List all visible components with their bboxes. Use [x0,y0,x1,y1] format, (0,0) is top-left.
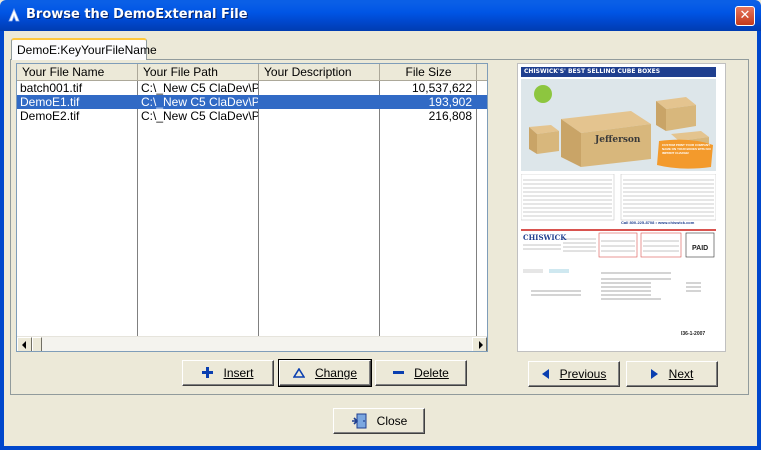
arrow-right-icon [479,341,483,349]
triangle-icon [292,367,305,378]
cell-file-path: C:\_New C5 ClaDev\PS [141,95,258,109]
price-table: Call 800-225-8708 • www.chiswick.com [520,173,717,226]
next-button[interactable]: Next [626,361,718,387]
cell-file-size: 216,808 [428,109,472,123]
column-header-file-name[interactable]: Your File Name [17,64,138,81]
cell-file-name: DemoE2.tif [20,109,80,123]
callout-text: CUSTOM PRINT YOUR COMPANY NAME ON YOUR B… [662,143,711,155]
table-row[interactable]: batch001.tif C:\_New C5 ClaDev\PS 10,537… [17,81,487,95]
window-close-button[interactable]: ✕ [735,6,755,26]
scroll-left-button[interactable] [17,337,32,351]
delete-label: Delete [414,366,449,380]
tab-key-your-file-name[interactable]: DemoE:KeyYourFileName [11,38,157,60]
app-icon [8,8,20,22]
insert-label: Insert [223,366,254,380]
close-label: Close [376,414,408,428]
price-table-lines [520,173,717,221]
cell-description [259,109,379,123]
box-brand-text: Jefferson [595,135,641,145]
scroll-thumb[interactable] [32,337,42,351]
delete-button[interactable]: Delete [375,360,467,386]
image-preview: CHISWICK'S' BEST SELLING CUBE BOXES Jeff… [517,63,726,352]
exit-door-icon [351,413,367,429]
cell-file-name: batch001.tif [20,81,83,95]
window-title: Browse the DemoExternal File [26,7,248,22]
boxes-illustration [521,79,716,171]
table-row[interactable]: DemoE2.tif C:\_New C5 ClaDev\PS 216,808 [17,109,487,123]
window-frame-right [757,31,761,450]
close-button[interactable]: Close [333,408,425,434]
triangle-right-icon [650,368,658,379]
list-header: Your File Name Your File Path Your Descr… [17,64,487,81]
document-thumbnail: CHISWICK'S' BEST SELLING CUBE BOXES Jeff… [520,67,724,350]
cell-file-size: 10,537,622 [411,81,472,95]
triangle-left-icon [541,368,549,379]
previous-button[interactable]: Previous [528,361,620,387]
paid-stamp: PAID [692,245,709,252]
column-header-file-path[interactable]: Your File Path [138,64,259,81]
window-frame-left [0,31,4,450]
table-row-selected[interactable]: DemoE1.tif C:\_New C5 ClaDev\PS 193,902 [17,95,487,109]
phone-line: Call 800-225-8708 • www.chiswick.com [621,220,695,225]
file-list[interactable]: Your File Name Your File Path Your Descr… [16,63,488,352]
mailing-panel: CHISWICK PAID I36-1-2007 [521,229,716,349]
cell-file-size: 193,902 [428,95,472,109]
column-header-file-size[interactable]: File Size [380,64,477,81]
catalog-code: I36-1-2007 [681,331,706,337]
window-frame-bottom [0,446,761,450]
insert-button[interactable]: Insert [182,360,274,386]
cell-description [259,95,379,109]
horizontal-scrollbar[interactable] [17,336,487,351]
plus-icon [202,367,214,379]
scroll-right-button[interactable] [472,337,487,351]
minus-icon [393,371,405,375]
column-header-description[interactable]: Your Description [259,64,380,81]
column-header-filler [477,64,487,81]
cell-file-path: C:\_New C5 ClaDev\PS [141,81,258,95]
previous-label: Previous [559,367,607,381]
title-bar: Browse the DemoExternal File ✕ [0,0,761,31]
arrow-left-icon [22,341,26,349]
cell-file-path: C:\_New C5 ClaDev\PS [141,109,258,123]
change-label: Change [314,366,358,380]
cell-file-name: DemoE1.tif [20,95,80,109]
cell-description [259,81,379,95]
next-label: Next [668,367,694,381]
change-button[interactable]: Change [278,359,372,387]
doc-header: CHISWICK'S' BEST SELLING CUBE BOXES [521,67,716,77]
brand-text: CHISWICK [523,233,567,242]
boxes-photo: Jefferson CUSTOM PRINT YOUR COMPANY NAME… [521,79,716,171]
